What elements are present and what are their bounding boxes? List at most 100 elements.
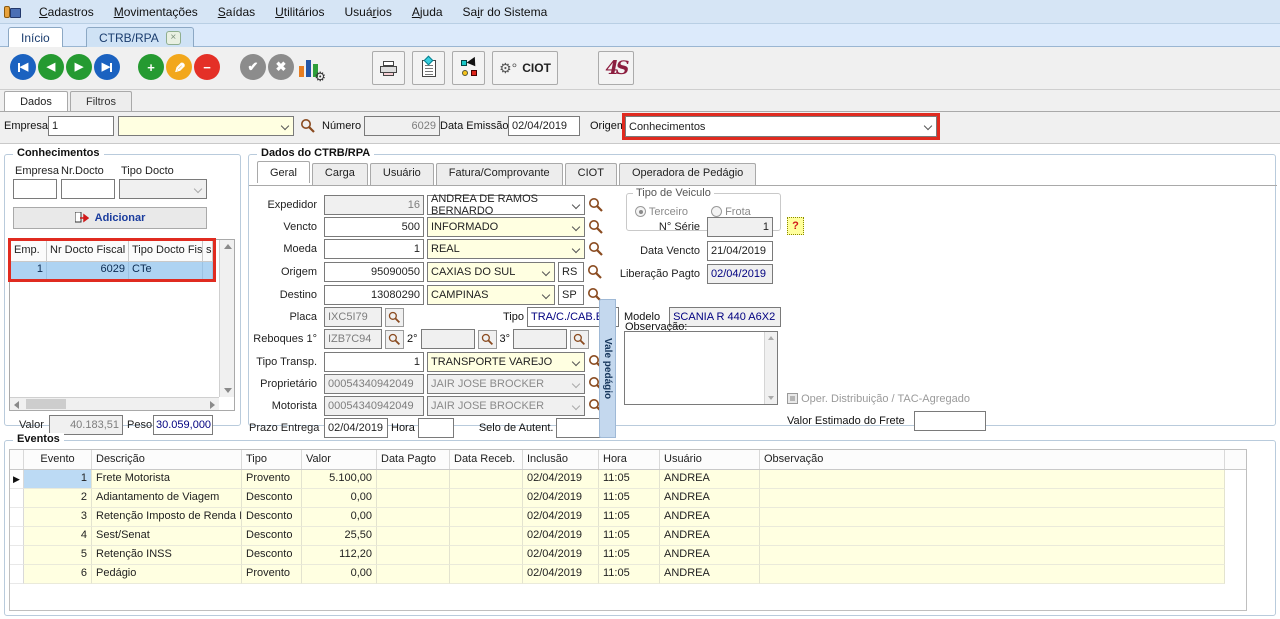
menu-usuarios[interactable]: Usuários — [335, 2, 400, 22]
menu-movimentacoes[interactable]: Movimentações — [105, 2, 207, 22]
eventos-col-10[interactable]: Observação — [760, 450, 1225, 469]
search-empresa-icon[interactable] — [300, 118, 316, 134]
tipo-transp-code[interactable]: 1 — [324, 352, 424, 372]
radio-terceiro[interactable] — [635, 206, 646, 217]
tab-carga[interactable]: Carga — [312, 163, 368, 185]
eventos-col-7[interactable]: Inclusão — [523, 450, 599, 469]
vencto-code[interactable]: 500 — [324, 217, 424, 237]
radio-frota[interactable] — [711, 206, 722, 217]
tab-geral[interactable]: Geral — [257, 161, 310, 183]
eventos-col-4[interactable]: Valor — [302, 450, 377, 469]
conh-empresa-input[interactable] — [13, 179, 57, 199]
origem-combo[interactable]: Conhecimentos — [625, 116, 937, 137]
expedidor-code[interactable]: 16 — [324, 195, 424, 215]
cancel-button[interactable]: ✖ — [268, 54, 294, 80]
destino-code[interactable]: 13080290 — [324, 285, 424, 305]
expedidor-combo[interactable]: ANDREA DE RAMOS BERNARDO — [427, 195, 585, 215]
edit-record-button[interactable]: ✎ — [166, 54, 192, 80]
hora-field[interactable] — [418, 418, 454, 438]
delete-record-button[interactable]: − — [194, 54, 220, 80]
event-row[interactable]: 2Adiantamento de ViagemDesconto0,0002/04… — [10, 489, 1246, 508]
hscroll-thumb[interactable] — [26, 399, 66, 409]
observacao-textarea[interactable] — [624, 331, 778, 405]
tab-fatura-comprovante[interactable]: Fatura/Comprovante — [436, 163, 563, 185]
origem-city-combo[interactable]: CAXIAS DO SUL — [427, 262, 555, 282]
ciot-button[interactable]: ⚙° CIOT — [492, 51, 558, 85]
eventos-col-1[interactable]: Evento — [24, 450, 92, 469]
eventos-col-3[interactable]: Tipo — [242, 450, 302, 469]
scroll-up-icon[interactable] — [224, 244, 232, 249]
search-reboque2-button[interactable] — [478, 330, 497, 349]
previous-record-button[interactable]: ◀ — [38, 54, 64, 80]
moeda-combo[interactable]: REAL — [427, 239, 585, 259]
destino-city-combo[interactable]: CAMPINAS — [427, 285, 555, 305]
horizontal-scrollbar[interactable] — [10, 397, 219, 410]
eventos-col-9[interactable]: Usuário — [660, 450, 760, 469]
confirm-button[interactable]: ✔ — [240, 54, 266, 80]
menu-ajuda[interactable]: Ajuda — [403, 2, 452, 22]
event-row[interactable]: 6PedágioProvento0,0002/04/201911:05ANDRE… — [10, 565, 1246, 584]
menu-cadastros[interactable]: Cadastros — [30, 2, 103, 22]
empresa-input[interactable]: 1 — [48, 116, 114, 136]
eventos-col-2[interactable]: Descrição — [92, 450, 242, 469]
scroll-right-icon[interactable] — [210, 401, 215, 409]
edit-document-button[interactable] — [412, 51, 445, 85]
prazo-field[interactable]: 02/04/2019 — [324, 418, 388, 438]
scroll-down-icon[interactable] — [224, 388, 232, 393]
valor-frete-field[interactable] — [914, 411, 986, 431]
event-row[interactable]: ▶1Frete MotoristaProvento5.100,0002/04/2… — [10, 470, 1246, 489]
search-reboque1-button[interactable] — [385, 330, 404, 349]
menu-sair-do-sistema[interactable]: Sair do Sistema — [454, 2, 557, 22]
last-record-button[interactable]: ▶ — [94, 54, 120, 80]
conh-grid-row-selected[interactable]: 1 6029 CTe — [11, 262, 213, 279]
origem-uf[interactable]: RS — [558, 262, 584, 282]
search-expedidor-icon[interactable] — [588, 197, 604, 213]
tab-dados[interactable]: Dados — [4, 91, 68, 111]
eventos-col-5[interactable]: Data Pagto — [377, 450, 450, 469]
observacao-scrollbar[interactable] — [764, 332, 777, 404]
brand-logo-button[interactable]: 4S — [598, 51, 634, 85]
first-record-button[interactable]: ◀ — [10, 54, 36, 80]
destino-uf[interactable]: SP — [558, 285, 584, 305]
next-record-button[interactable]: ▶ — [66, 54, 92, 80]
tab-ctrb-rpa[interactable]: CTRB/RPA × — [86, 27, 194, 47]
search-origem-icon[interactable] — [587, 264, 603, 280]
origem-code[interactable]: 95090050 — [324, 262, 424, 282]
eventos-col-8[interactable]: Hora — [599, 450, 660, 469]
event-row[interactable]: 3Retenção Imposto de Renda IRIDesconto0,… — [10, 508, 1246, 527]
tipo-transp-combo[interactable]: TRANSPORTE VAREJO — [427, 352, 585, 372]
col-nr-docto-fiscal[interactable]: Nr Docto Fiscal — [47, 241, 129, 261]
vale-pedagio-tab[interactable]: Vale pedágio — [599, 299, 616, 438]
moeda-code[interactable]: 1 — [324, 239, 424, 259]
chart-settings-icon[interactable]: ⚙ — [298, 57, 324, 81]
close-tab-icon[interactable]: × — [166, 31, 181, 45]
peso-field[interactable]: 30.059,000 — [153, 415, 213, 435]
export-button[interactable] — [452, 51, 485, 85]
empresa-combo[interactable] — [118, 116, 294, 136]
tab-operadora-de-pedagio[interactable]: Operadora de Pedágio — [619, 163, 756, 185]
col-emp[interactable]: Emp. — [11, 241, 47, 261]
tab-inicio[interactable]: Início — [8, 27, 63, 47]
conh-nrdocto-input[interactable] — [61, 179, 115, 199]
menu-saidas[interactable]: Saídas — [209, 2, 264, 22]
print-button[interactable] — [372, 51, 405, 85]
event-row[interactable]: 4Sest/SenatDesconto25,5002/04/201911:05A… — [10, 527, 1246, 546]
search-vencto-icon[interactable] — [588, 219, 604, 235]
col-partial[interactable]: s — [203, 241, 213, 261]
search-moeda-icon[interactable] — [588, 241, 604, 257]
tab-filtros[interactable]: Filtros — [70, 91, 132, 111]
vertical-scrollbar[interactable] — [219, 240, 234, 397]
adicionar-button[interactable]: Adicionar — [13, 207, 207, 229]
tab-usuario[interactable]: Usuário — [370, 163, 434, 185]
search-placa-button[interactable] — [385, 308, 404, 327]
event-row[interactable]: 5Retenção INSSDesconto112,2002/04/201911… — [10, 546, 1246, 565]
eventos-col-6[interactable]: Data Receb. — [450, 450, 523, 469]
add-record-button[interactable]: + — [138, 54, 164, 80]
oper-distribuicao-checkbox[interactable] — [787, 393, 798, 404]
help-button[interactable]: ? — [787, 217, 804, 235]
col-tipo-docto-fiscal[interactable]: Tipo Docto Fiscal — [129, 241, 203, 261]
search-reboque3-button[interactable] — [570, 330, 589, 349]
scroll-left-icon[interactable] — [14, 401, 19, 409]
data-emissao-input[interactable]: 02/04/2019 — [508, 116, 580, 136]
conh-tipodocto-combo[interactable] — [119, 179, 207, 199]
